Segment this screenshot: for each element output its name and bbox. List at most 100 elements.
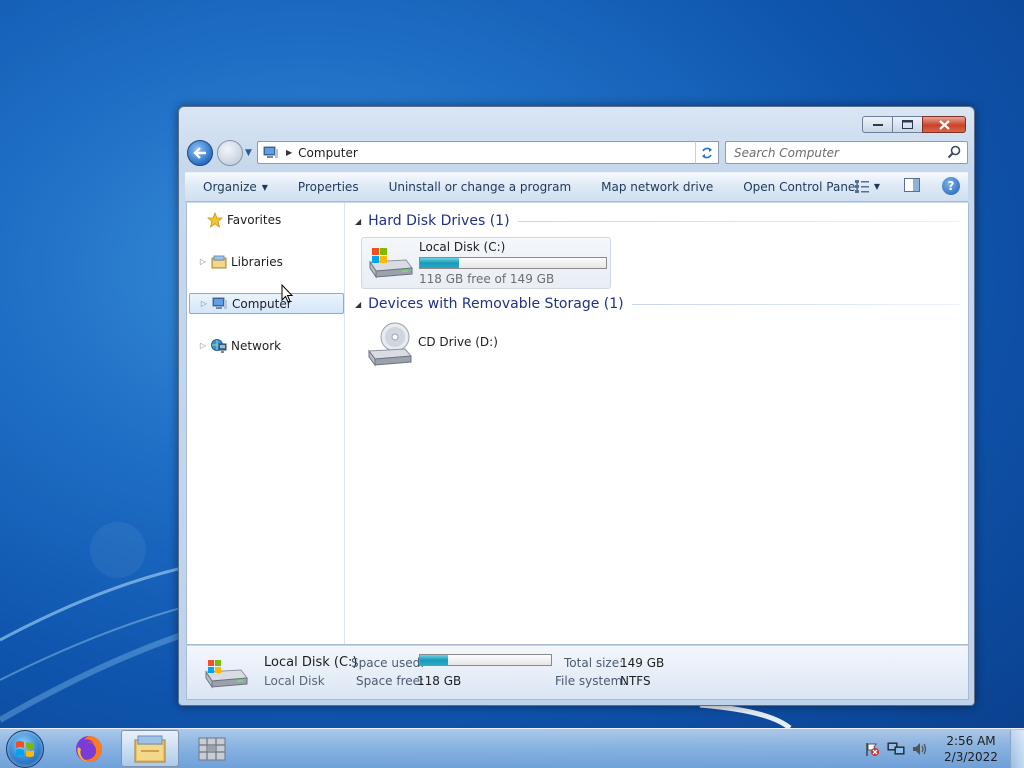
star-icon <box>205 211 225 229</box>
expand-icon[interactable]: ▷ <box>197 341 209 350</box>
maximize-icon <box>902 120 913 129</box>
drive-item-local-disk-c[interactable]: Local Disk (C:) 118 GB free of 149 GB <box>361 237 611 289</box>
breadcrumb-separator[interactable]: ▶ <box>286 148 292 157</box>
drive-usage-bar <box>419 257 607 269</box>
details-total-size-label: Total size: <box>564 656 624 670</box>
taskbar-generic-app[interactable] <box>183 730 241 767</box>
back-arrow-icon <box>193 147 206 159</box>
caption-buttons <box>862 116 966 133</box>
breadcrumb-computer[interactable]: Computer <box>298 146 358 160</box>
close-icon <box>938 119 950 130</box>
properties-button[interactable]: Properties <box>283 176 374 198</box>
network-status-icon[interactable] <box>884 737 908 761</box>
details-space-free: 118 GB <box>417 674 462 688</box>
help-button[interactable]: ? <box>942 177 960 195</box>
search-icon[interactable] <box>947 145 961 162</box>
network-icon <box>209 337 229 355</box>
group-title-hdd: Hard Disk Drives (1) <box>368 213 510 229</box>
nav-item-computer[interactable]: ▷ Computer <box>189 293 344 314</box>
group-header-hard-disk-drives[interactable]: ◢ Hard Disk Drives (1) <box>355 211 960 231</box>
minimize-button[interactable] <box>862 116 892 133</box>
address-bar[interactable]: ▶ Computer ▼ <box>257 141 719 164</box>
details-drive-type: Local Disk <box>264 674 325 688</box>
refresh-icon <box>702 147 712 158</box>
drive-item-cd-drive-d[interactable]: CD Drive (D:) <box>361 321 561 369</box>
cd-drive-icon <box>365 321 413 370</box>
firefox-icon <box>76 735 102 762</box>
nav-item-network[interactable]: ▷ Network <box>189 335 344 356</box>
system-tray: 2:56 AM 2/3/2022 <box>860 729 1024 768</box>
search-box[interactable] <box>725 141 968 164</box>
details-usage-bar <box>419 654 552 666</box>
view-options-icon <box>854 180 869 193</box>
details-total-size: 149 GB <box>620 656 665 670</box>
group-divider <box>631 303 960 305</box>
group-title-removable: Devices with Removable Storage (1) <box>368 296 624 312</box>
windows-explorer-icon <box>134 735 166 762</box>
organize-menu[interactable]: Organize ▼ <box>185 176 283 198</box>
nav-label-libraries: Libraries <box>231 254 283 269</box>
chevron-down-icon: ▼ <box>261 182 268 192</box>
map-network-drive-button[interactable]: Map network drive <box>586 176 728 198</box>
nav-label-favorites: Favorites <box>227 212 282 227</box>
details-file-system-label: File system: <box>555 674 627 688</box>
volume-icon[interactable] <box>908 737 932 761</box>
generic-app-icon <box>198 737 226 760</box>
nav-item-favorites[interactable]: Favorites <box>189 209 344 230</box>
group-header-removable-storage[interactable]: ◢ Devices with Removable Storage (1) <box>355 294 960 314</box>
taskbar-windows-explorer[interactable] <box>121 730 179 767</box>
mouse-cursor-icon <box>281 284 294 303</box>
content-pane: ◢ Hard Disk Drives (1) Local Disk (C:) 1… <box>347 203 968 644</box>
toolbar-right: ▼ ? <box>854 177 960 195</box>
command-bar: Organize ▼ Properties Uninstall or change… <box>185 172 968 202</box>
drive-free-space: 118 GB free of 149 GB <box>419 272 555 286</box>
collapse-triangle-icon[interactable]: ◢ <box>355 300 361 309</box>
taskbar-clock[interactable]: 2:56 AM 2/3/2022 <box>936 733 1006 765</box>
details-usage-fill <box>420 655 448 665</box>
start-button[interactable] <box>6 730 44 768</box>
drive-usage-fill <box>420 258 460 268</box>
details-space-free-label: Space free: <box>356 674 425 688</box>
details-space-used-label: Space used: <box>351 656 425 670</box>
drive-name: CD Drive (D:) <box>418 335 498 349</box>
action-center-flag-icon[interactable] <box>860 737 884 761</box>
expand-icon[interactable]: ▷ <box>197 257 209 266</box>
search-input[interactable] <box>734 145 939 160</box>
libraries-icon <box>209 253 229 271</box>
change-view-button[interactable]: ▼ <box>854 179 880 193</box>
chevron-down-icon: ▼ <box>873 181 880 191</box>
uninstall-program-button[interactable]: Uninstall or change a program <box>374 176 587 198</box>
taskbar-firefox[interactable] <box>60 730 118 767</box>
explorer-window: ▼ ▶ Computer ▼ Organize ▼ Properties Unin… <box>178 106 975 706</box>
open-control-panel-button[interactable]: Open Control Panel <box>728 176 873 198</box>
computer-icon <box>210 295 230 313</box>
group-divider <box>517 220 960 222</box>
clock-time: 2:56 AM <box>946 734 996 748</box>
maximize-button[interactable] <box>892 116 922 133</box>
recent-pages-dropdown[interactable]: ▼ <box>245 148 252 158</box>
help-icon: ? <box>947 179 955 193</box>
preview-pane-icon <box>904 177 920 192</box>
details-file-system: NTFS <box>620 674 651 688</box>
windows-logo-icon <box>16 741 34 757</box>
address-row: ▼ ▶ Computer ▼ <box>187 140 968 166</box>
expand-icon[interactable]: ▷ <box>198 299 210 308</box>
forward-button[interactable] <box>217 140 243 166</box>
minimize-icon <box>872 123 883 126</box>
details-drive-name: Local Disk (C:) <box>264 655 358 670</box>
preview-pane-button[interactable] <box>904 177 920 195</box>
hard-drive-icon <box>203 656 249 693</box>
back-button[interactable] <box>187 140 213 166</box>
nav-item-libraries[interactable]: ▷ Libraries <box>189 251 344 272</box>
nav-label-network: Network <box>231 338 282 353</box>
main-panes: Favorites ▷ Libraries ▷ Computer ▷ Netwo… <box>186 203 969 645</box>
collapse-triangle-icon[interactable]: ◢ <box>355 217 361 226</box>
show-desktop-button[interactable] <box>1010 730 1024 768</box>
details-pane: Local Disk (C:) Local Disk Space used: S… <box>186 645 969 700</box>
organize-label: Organize <box>203 180 257 194</box>
taskbar: 2:56 AM 2/3/2022 <box>0 728 1024 768</box>
refresh-button[interactable] <box>695 141 719 164</box>
drive-name: Local Disk (C:) <box>419 240 506 254</box>
close-button[interactable] <box>922 116 966 133</box>
clock-date: 2/3/2022 <box>944 750 998 764</box>
